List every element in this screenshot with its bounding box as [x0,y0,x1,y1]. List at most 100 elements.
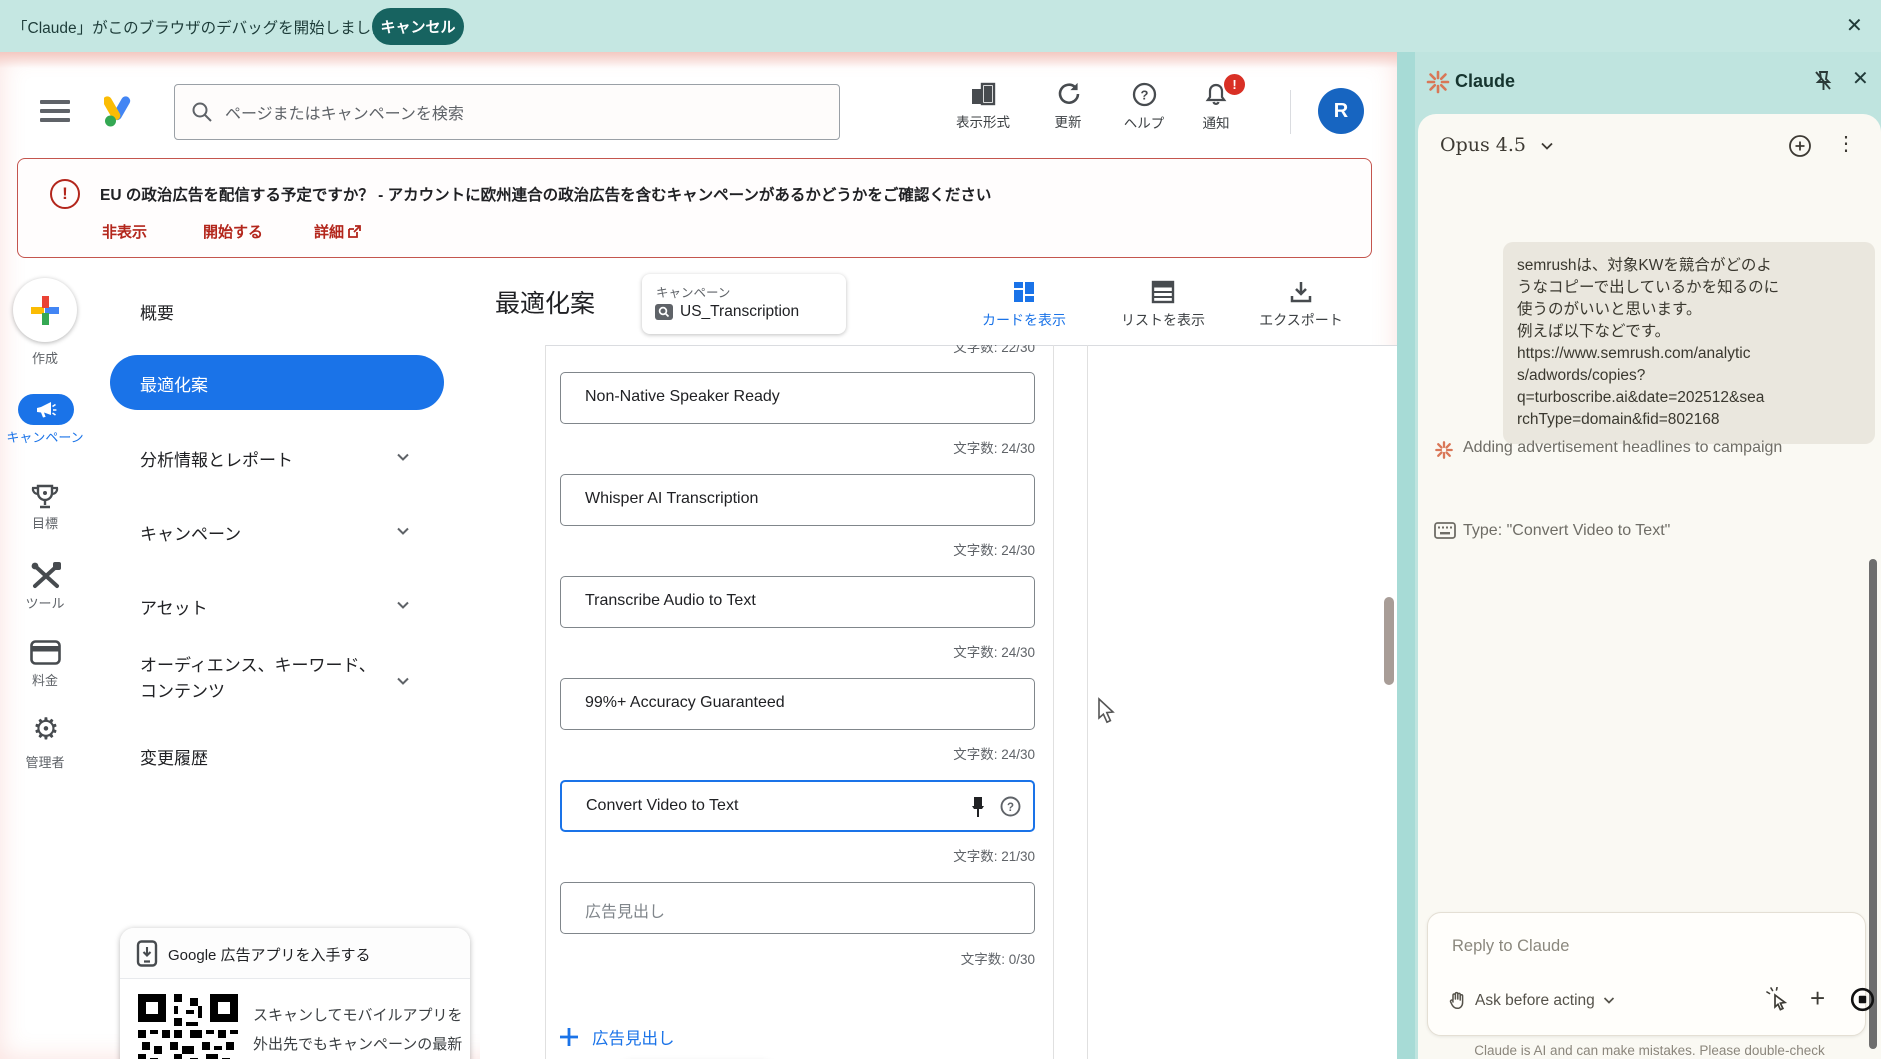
hand-icon [1448,991,1467,1010]
rail-campaigns-label: キャンペーン [0,430,90,447]
menu-icon[interactable] [40,100,70,122]
claude-spark-icon [1434,440,1454,460]
goals-label: 目標 [0,513,90,532]
nav-campaigns[interactable]: キャンペーン [140,520,241,545]
chevron-down-icon[interactable] [396,450,410,464]
nav-assets[interactable]: アセット [140,594,208,619]
nav-change-history[interactable]: 変更履歴 [140,744,208,769]
record-stop-icon[interactable] [1850,987,1875,1012]
warning-icon: ! [50,179,80,209]
warning-dismiss-link[interactable]: 非表示 [102,221,147,242]
google-ads-page: ページまたはキャンペーンを検索 表示形式 更新 ? ヘルプ 通知 ! [0,52,1397,1059]
close-icon[interactable]: ✕ [1852,66,1869,91]
list-view-button[interactable]: リストを表示 [1108,280,1218,330]
tools-button[interactable] [30,561,62,591]
phone-download-icon [136,940,158,967]
headline-input-5-focused[interactable]: Convert Video to Text ? [560,780,1035,832]
cancel-debug-button[interactable]: キャンセル [372,8,464,45]
content-scrollbar-thumb[interactable] [1384,597,1394,685]
headline-text: Transcribe Audio to Text [585,592,756,610]
page-title: 最適化案 [495,284,595,320]
svg-text:?: ? [1140,88,1148,103]
warning-details-link[interactable]: 詳細 [314,221,361,242]
attach-plus-icon[interactable]: + [1810,987,1825,1009]
trophy-icon [30,483,60,512]
notification-badge: ! [1222,72,1247,97]
goals-button[interactable] [30,483,62,513]
nav-insights[interactable]: 分析情報とレポート [140,446,293,471]
warning-start-link[interactable]: 開始する [203,221,263,242]
add-headline-button[interactable]: 広告見出し [558,1025,675,1049]
headline-counter-clipped: 文字数: 22/30 [560,345,1035,356]
promo-text: スキャンしてモバイルアプリを外出先でもキャンペーンの最新 [253,1002,470,1059]
qr-code [138,994,238,1059]
reply-input[interactable]: Reply to Claude Ask before acting + [1427,912,1866,1036]
warning-message: EU の政治広告を配信する予定ですか？ - アカウントに欧州連合の政治広告を含む… [100,183,991,205]
claude-status-action: Adding advertisement headlines to campai… [1463,436,1793,459]
headline-input-3[interactable]: Transcribe Audio to Text [560,576,1035,628]
create-button[interactable] [13,278,77,342]
headline-input-1[interactable]: Non-Native Speaker Ready [560,372,1035,424]
bell-icon [1171,82,1261,107]
rail-campaigns-button[interactable] [18,394,74,425]
headline-text: Convert Video to Text [586,797,738,815]
chevron-down-icon[interactable] [396,674,410,688]
card-view-label: カードを表示 [969,310,1079,330]
admin-button[interactable]: ⚙ [30,715,62,745]
notifications-button[interactable]: 通知 [1171,82,1261,132]
screen: 「Claude」がこのブラウザのデバッグを開始しました キャンセル ✕ ページま… [0,0,1881,1059]
campaign-name: US_Transcription [680,303,799,321]
close-icon[interactable]: ✕ [1846,13,1863,38]
headline-counter: 文字数: 24/30 [560,743,1035,763]
appearance-icon [938,82,1028,106]
menu-dots-icon[interactable]: ⋮ [1836,131,1856,156]
list-view-label: リストを表示 [1108,310,1218,330]
new-chat-icon[interactable] [1788,134,1812,158]
headline-form-area: 文字数: 22/30 Non-Native Speaker Ready 文字数:… [480,345,1397,1059]
google-ads-app-promo: Google 広告アプリを入手する [120,928,470,1059]
billing-button[interactable] [30,640,62,670]
permission-mode-selector[interactable]: Ask before acting [1448,991,1615,1010]
appearance-button[interactable]: 表示形式 [938,82,1028,131]
debug-banner-message: 「Claude」がこのブラウザのデバッグを開始しました [12,16,387,38]
model-selector[interactable]: Opus 4.5 [1440,134,1554,156]
search-placeholder: ページまたはキャンペーンを検索 [225,100,464,124]
headline-counter: 文字数: 24/30 [560,437,1035,457]
headline-counter: 文字数: 24/30 [560,641,1035,661]
create-label: 作成 [0,348,90,367]
gear-icon: ⚙ [33,713,60,746]
chevron-down-icon[interactable] [396,598,410,612]
svg-text:?: ? [1007,802,1014,814]
search-icon [191,101,213,123]
export-button[interactable]: エクスポート [1246,280,1356,330]
claude-disclaimer: Claude is AI and can make mistakes. Plea… [1418,1042,1881,1059]
claude-conversation-card: Opus 4.5 ⋮ semrushは、対象KWを競合がどのよ うなコピーで出し… [1418,114,1881,1059]
unpin-icon[interactable] [1813,70,1833,92]
permission-mode-label: Ask before acting [1475,992,1595,1010]
headline-input-6-empty[interactable]: 広告見出し [560,882,1035,934]
header-divider [1290,90,1291,134]
headline-counter: 文字数: 24/30 [560,539,1035,559]
headline-input-2[interactable]: Whisper AI Transcription [560,474,1035,526]
pin-icon[interactable] [970,796,986,818]
computer-use-cursor-icon[interactable] [1766,987,1790,1011]
campaign-chip-label: キャンペーン [656,282,730,301]
eu-political-ads-warning: ! EU の政治広告を配信する予定ですか？ - アカウントに欧州連合の政治広告を… [17,158,1372,258]
search-input[interactable]: ページまたはキャンペーンを検索 [174,84,840,140]
help-circle-icon[interactable]: ? [1000,796,1021,817]
nav-overview[interactable]: 概要 [140,299,174,324]
nav-optimization-selected[interactable]: 最適化案 [110,355,444,410]
claude-scrollbar-thumb[interactable] [1869,559,1877,1049]
card-view-button[interactable]: カードを表示 [969,280,1079,330]
external-link-icon [348,225,361,238]
account-avatar[interactable]: R [1318,88,1364,134]
campaign-selector[interactable]: キャンペーン US_Transcription [642,274,846,334]
chevron-down-icon[interactable] [396,524,410,538]
plus-icon [558,1026,580,1048]
nav-audiences[interactable]: オーディエンス、キーワード、コンテンツ [140,653,390,706]
promo-title: Google 広告アプリを入手する [168,944,371,965]
headline-input-4[interactable]: 99%+ Accuracy Guaranteed [560,678,1035,730]
google-ads-logo-icon[interactable] [104,94,136,128]
chevron-down-icon [1540,141,1554,151]
download-icon [1289,280,1313,304]
